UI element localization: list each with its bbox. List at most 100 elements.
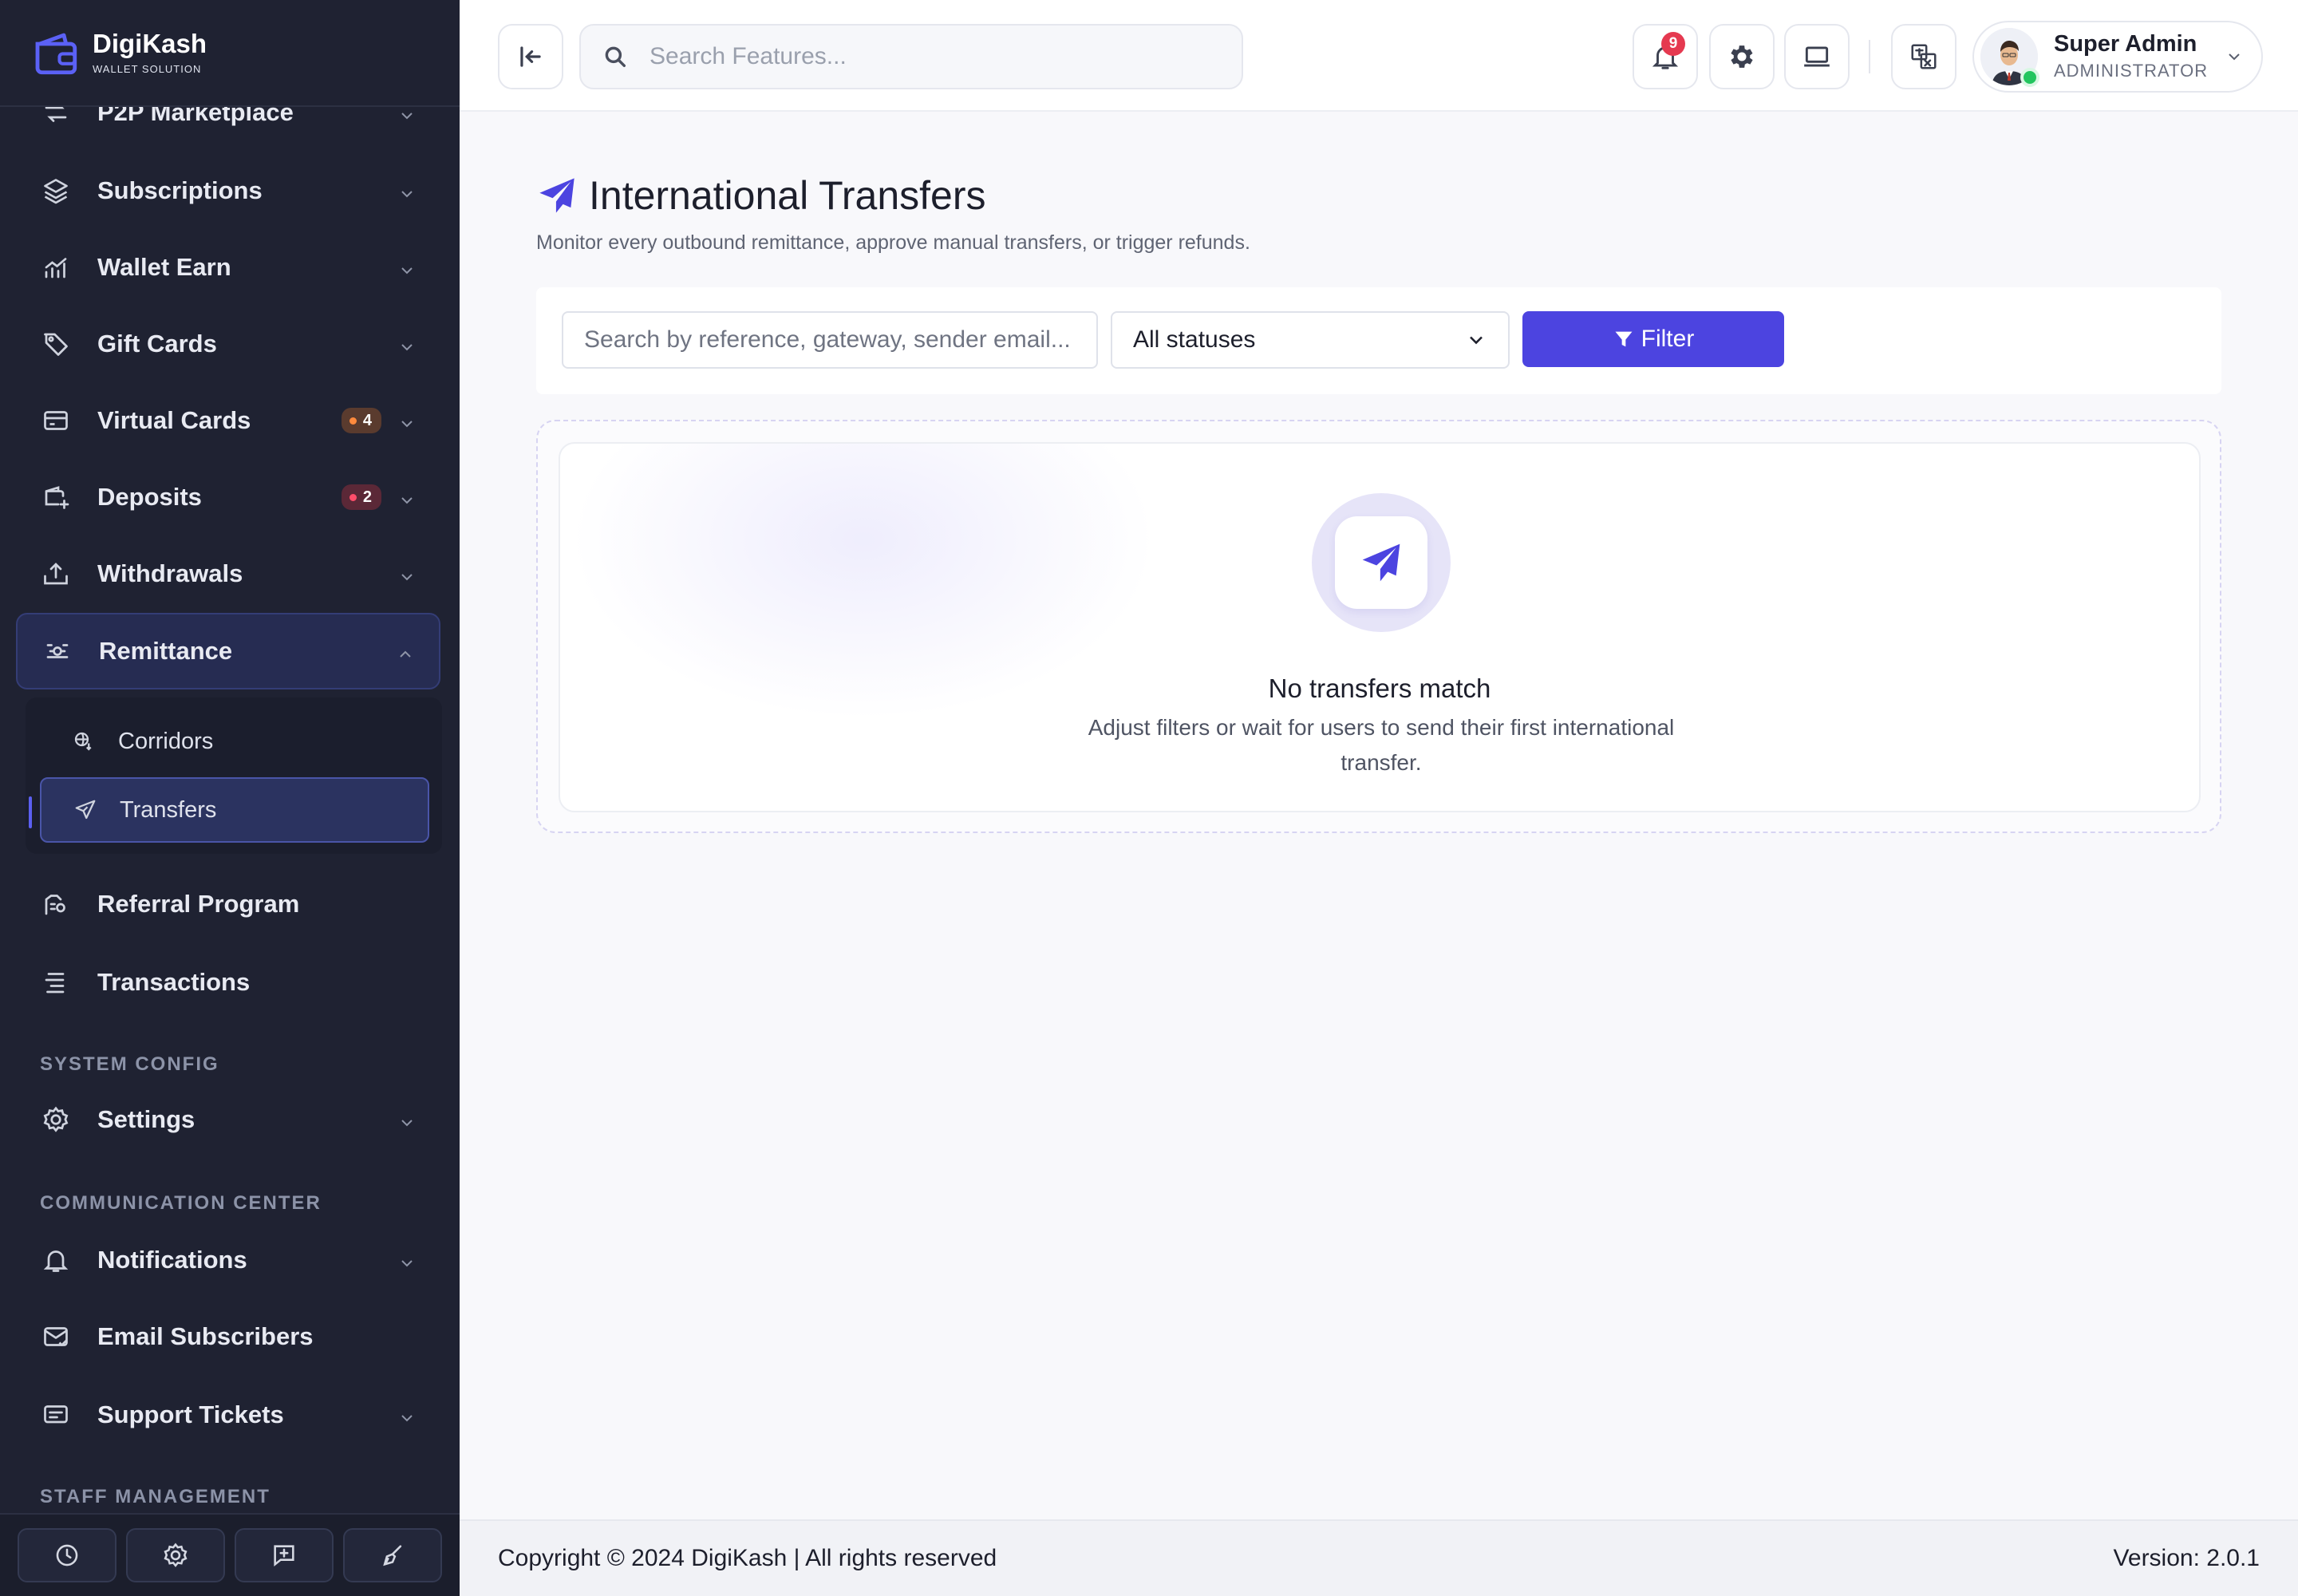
empty-state-icon-ring — [1312, 493, 1451, 632]
chevron-down-icon — [2229, 53, 2240, 61]
list-icon — [40, 966, 72, 998]
sidebar-item-label: Email Subscribers — [97, 1322, 314, 1350]
chevron-down-icon — [397, 1110, 417, 1129]
sidebar-item-label: Virtual Cards — [97, 406, 251, 434]
referral-icon — [40, 888, 72, 920]
send-icon — [75, 800, 96, 820]
translate-icon — [1911, 44, 1937, 69]
copyright-text: Copyright © 2024 DigiKash | All rights r… — [498, 1545, 997, 1571]
settings-icon — [164, 1543, 188, 1567]
sidebar-item-gift-cards[interactable]: Gift Cards — [16, 308, 440, 380]
brand-tagline: WALLET SOLUTION — [93, 63, 202, 75]
sidebar-item-remittance[interactable]: Remittance — [16, 613, 440, 689]
gear-icon — [1731, 45, 1753, 68]
online-status-dot — [2020, 68, 2039, 87]
page-footer: Copyright © 2024 DigiKash | All rights r… — [460, 1519, 2298, 1596]
filter-button[interactable]: Filter — [1522, 311, 1784, 367]
history-button[interactable] — [18, 1528, 116, 1582]
sidebar-item-withdrawals[interactable]: Withdrawals — [16, 538, 440, 610]
status-select-value: All statuses — [1133, 326, 1256, 353]
collapse-left-icon — [520, 46, 541, 67]
sidebar-item-label: Support Tickets — [97, 1400, 284, 1428]
section-label-system-config: SYSTEM CONFIG — [40, 1053, 219, 1075]
empty-state-container: No transfers match Adjust filters or wai… — [536, 420, 2221, 833]
user-role: ADMINISTRATOR — [2054, 60, 2209, 81]
sidebar-subitem-label: Transfers — [120, 796, 217, 823]
transfer-search-input[interactable] — [584, 326, 1079, 354]
empty-state-description: Adjust filters or wait for users to send… — [1088, 715, 1675, 775]
funnel-icon — [1615, 331, 1633, 347]
quick-settings-button[interactable] — [126, 1528, 225, 1582]
user-name: Super Admin — [2054, 31, 2197, 57]
tag-icon — [40, 328, 72, 360]
sidebar-item-label: Gift Cards — [97, 330, 217, 358]
sidebar-subitem-transfers[interactable]: Transfers — [40, 777, 429, 843]
sidebar-item-label: Subscriptions — [97, 176, 263, 204]
sidebar-item-transactions[interactable]: Transactions — [16, 946, 440, 1018]
feature-search[interactable] — [579, 24, 1243, 89]
chevron-down-icon — [397, 411, 417, 430]
sidebar-item-deposits[interactable]: Deposits 2 — [16, 461, 440, 533]
sidebar-item-label: Referral Program — [97, 890, 300, 918]
transfer-search-field[interactable] — [562, 311, 1098, 369]
credit-card-icon — [40, 405, 72, 437]
chevron-down-icon — [397, 1250, 417, 1270]
section-label-staff-management: STAFF MANAGEMENT — [40, 1486, 270, 1507]
sidebar-item-notifications[interactable]: Notifications — [16, 1224, 440, 1296]
sidebar-item-email-subscribers[interactable]: Email Subscribers — [16, 1301, 440, 1373]
count-badge: 2 — [341, 484, 381, 510]
user-menu[interactable]: Super Admin ADMINISTRATOR — [1972, 21, 2263, 93]
filter-button-label: Filter — [1641, 326, 1695, 352]
sidebar-item-support-tickets[interactable]: Support Tickets — [16, 1379, 440, 1451]
topbar: 9 Super Admin ADMINISTRATOR — [460, 0, 2298, 112]
send-icon — [539, 178, 574, 213]
broom-icon — [383, 1545, 402, 1566]
sidebar-item-settings[interactable]: Settings — [16, 1084, 440, 1156]
sidebar-item-subscriptions[interactable]: Subscriptions — [16, 155, 440, 227]
brand[interactable]: DigiKash WALLET SOLUTION — [0, 0, 460, 107]
chevron-down-icon — [397, 181, 417, 200]
settings-button[interactable] — [1709, 24, 1775, 89]
globe-pin-icon — [74, 732, 92, 751]
wallet-logo-icon — [35, 33, 77, 75]
sidebar-item-label: Withdrawals — [97, 559, 243, 587]
sidebar-subitem-corridors[interactable]: Corridors — [40, 709, 429, 774]
mail-check-icon — [40, 1321, 72, 1353]
visit-site-button[interactable] — [1784, 24, 1850, 89]
chart-growth-icon — [40, 251, 72, 283]
empty-state-icon-tile — [1335, 516, 1427, 609]
notification-count-badge: 9 — [1661, 32, 1685, 56]
avatar — [1980, 28, 2039, 87]
sidebar-item-label: Deposits — [97, 483, 202, 511]
bell-icon — [40, 1244, 72, 1276]
version-text: Version: 2.0.1 — [2113, 1545, 2260, 1571]
sidebar-footer — [0, 1513, 460, 1596]
page-heading: International Transfers — [536, 172, 986, 219]
chevron-down-icon — [397, 488, 417, 507]
toolbar-divider — [1869, 40, 1870, 73]
sidebar-item-virtual-cards[interactable]: Virtual Cards 4 — [16, 385, 440, 456]
page-subtitle: Monitor every outbound remittance, appro… — [536, 231, 1250, 254]
gear-icon — [40, 1104, 72, 1136]
language-button[interactable] — [1891, 24, 1956, 89]
feature-search-input[interactable] — [650, 43, 1208, 70]
search-icon — [605, 46, 626, 68]
count-badge: 4 — [341, 408, 381, 433]
sidebar-item-referral-program[interactable]: Referral Program — [16, 868, 440, 940]
chevron-down-icon — [397, 334, 417, 354]
ticket-message-icon — [40, 1399, 72, 1431]
notifications-button[interactable]: 9 — [1633, 24, 1698, 89]
sidebar-item-label: Transactions — [97, 968, 251, 996]
send-icon — [1362, 543, 1400, 582]
status-select[interactable]: All statuses — [1111, 311, 1510, 369]
sidebar-item-label: Notifications — [97, 1246, 247, 1274]
message-plus-icon — [274, 1545, 294, 1566]
clear-cache-button[interactable] — [343, 1528, 442, 1582]
new-message-button[interactable] — [235, 1528, 334, 1582]
laptop-icon — [1804, 46, 1830, 67]
upload-tray-icon — [40, 558, 72, 590]
sidebar-item-wallet-earn[interactable]: Wallet Earn — [16, 231, 440, 303]
sidebar-item-label: Wallet Earn — [97, 253, 231, 281]
chevron-down-icon — [397, 1405, 417, 1424]
collapse-sidebar-button[interactable] — [498, 24, 563, 89]
